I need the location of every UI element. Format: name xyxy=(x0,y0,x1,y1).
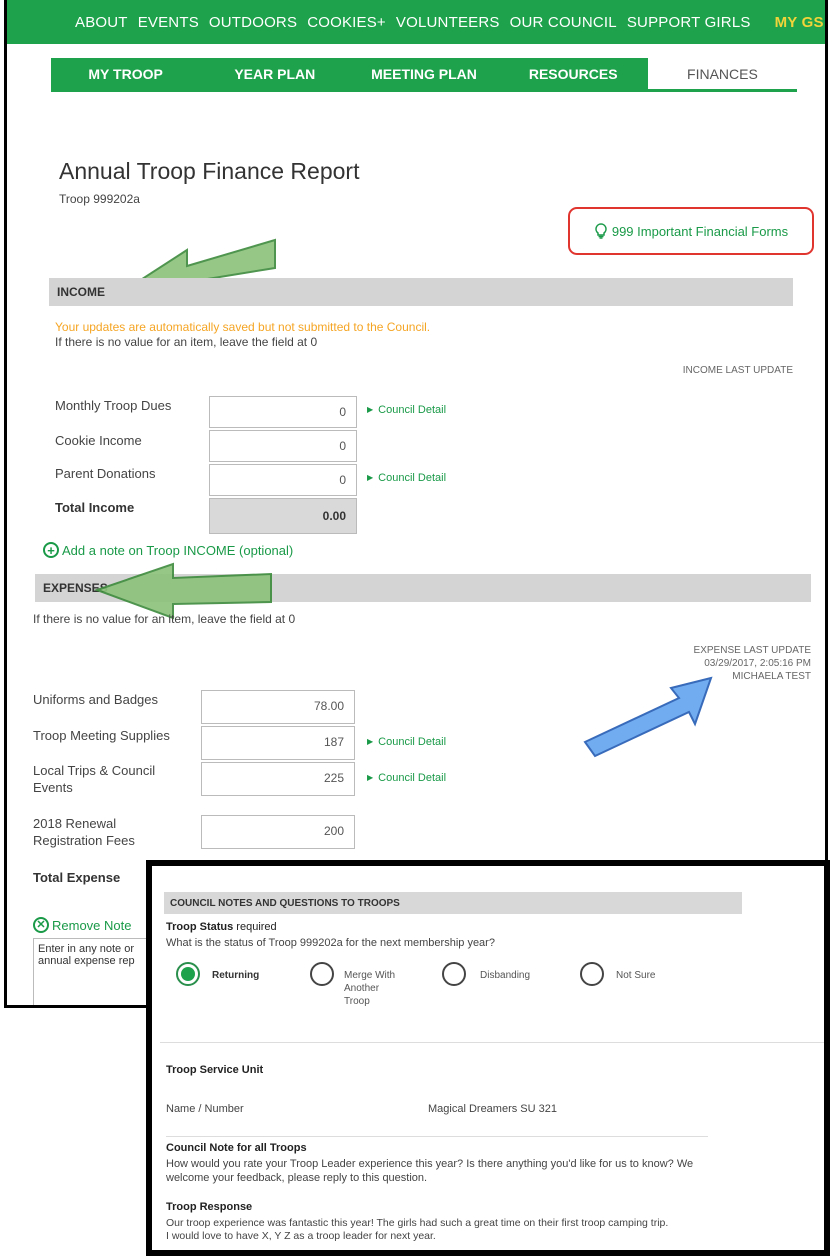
local-trips-council-detail[interactable]: Council Detail xyxy=(367,772,446,784)
income-label-monthly-dues: Monthly Troop Dues xyxy=(55,398,172,413)
radio-disbanding[interactable] xyxy=(442,962,466,986)
radio-not-sure[interactable] xyxy=(580,962,604,986)
troop-response-title: Troop Response xyxy=(166,1201,253,1213)
option-returning-label: Returning xyxy=(212,970,260,981)
lightbulb-icon xyxy=(595,223,607,239)
financial-forms-label: 999 Important Financial Forms xyxy=(611,223,789,239)
uniforms-input[interactable]: 78.00 xyxy=(201,690,355,724)
council-note-line1: How would you rate your Troop Leader exp… xyxy=(166,1158,694,1170)
parent-donations-council-detail[interactable]: Council Detail xyxy=(367,472,446,484)
nav-item-about[interactable]: ABOUT xyxy=(75,14,128,31)
nav-item-volunteers[interactable]: VOLUNTEERS xyxy=(396,14,500,31)
nav-item-support-girls[interactable]: SUPPORT GIRLS xyxy=(627,14,751,31)
troop-status-title: Troop Status required xyxy=(166,921,277,933)
name-number-label: Name / Number xyxy=(166,1103,244,1115)
monthly-dues-council-detail[interactable]: Council Detail xyxy=(367,404,446,416)
renewal-label-line2: Registration Fees xyxy=(33,833,135,848)
add-income-note-label: Add a note on Troop INCOME (optional) xyxy=(62,542,294,558)
financial-forms-link[interactable]: 999 Important Financial Forms xyxy=(568,207,814,255)
income-section-header: INCOME xyxy=(49,278,793,306)
option-merge-line2: Another xyxy=(344,983,380,994)
troop-response-line2: I would love to have X, Y Z as a troop l… xyxy=(166,1230,436,1242)
nav-item-events[interactable]: EVENTS xyxy=(138,14,199,31)
renewal-fees-input[interactable]: 200 xyxy=(201,815,355,849)
remove-note-label: Remove Note xyxy=(52,917,132,933)
plus-circle-icon: + xyxy=(43,542,59,558)
option-merge-line3: Troop xyxy=(344,996,370,1007)
council-note-title: Council Note for all Troops xyxy=(166,1142,307,1154)
troop-status-question: What is the status of Troop 999202a for … xyxy=(166,937,495,949)
troop-status-title-text: Troop Status xyxy=(166,921,234,933)
troop-id: Troop 999202a xyxy=(59,192,140,206)
nav-item-outdoors[interactable]: OUTDOORS xyxy=(209,14,297,31)
tab-my-troop[interactable]: MY TROOP xyxy=(51,58,201,89)
divider xyxy=(160,1042,824,1043)
local-trips-label-line1: Local Trips & Council xyxy=(33,763,156,778)
section-tabs: MY TROOP YEAR PLAN MEETING PLAN RESOURCE… xyxy=(51,58,798,92)
top-nav: ABOUT EVENTS OUTDOORS COOKIES+ VOLUNTEER… xyxy=(7,0,825,44)
nav-item-cookies[interactable]: COOKIES+ xyxy=(307,14,386,31)
remove-note-link[interactable]: ✕ Remove Note xyxy=(33,917,131,933)
local-trips-input[interactable]: 225 xyxy=(201,762,355,796)
radio-merge[interactable] xyxy=(310,962,334,986)
income-total-label: Total Income xyxy=(55,500,135,515)
troop-status-required: required xyxy=(236,921,277,933)
renewal-label-line1: 2018 Renewal xyxy=(33,816,117,831)
autosave-notice: Your updates are automatically saved but… xyxy=(55,320,431,334)
divider xyxy=(166,1136,708,1137)
option-merge-label: Merge With Another Troop xyxy=(344,969,395,1008)
council-notes-window: COUNCIL NOTES AND QUESTIONS TO TROOPS Tr… xyxy=(146,860,830,1256)
expense-total-label: Total Expense xyxy=(33,870,121,885)
meeting-supplies-input[interactable]: 187 xyxy=(201,726,355,760)
council-notes-header: COUNCIL NOTES AND QUESTIONS TO TROOPS xyxy=(164,892,742,914)
expense-last-update-time: 03/29/2017, 2:05:16 PM xyxy=(704,658,811,669)
option-disbanding-label: Disbanding xyxy=(480,970,531,981)
cookie-income-input[interactable]: 0 xyxy=(209,430,357,462)
nav-item-our-council[interactable]: OUR COUNCIL xyxy=(510,14,617,31)
tab-finances[interactable]: FINANCES xyxy=(647,58,798,89)
finance-report-window: ABOUT EVENTS OUTDOORS COOKIES+ VOLUNTEER… xyxy=(4,0,828,1008)
income-hint: If there is no value for an item, leave … xyxy=(55,335,318,349)
name-number-value: Magical Dreamers SU 321 xyxy=(428,1103,557,1115)
parent-donations-input[interactable]: 0 xyxy=(209,464,357,496)
expense-label-local-trips: Local Trips & Council Events xyxy=(33,762,155,796)
monthly-dues-input[interactable]: 0 xyxy=(209,396,357,428)
blue-arrow-annotation xyxy=(583,676,713,758)
income-label-parent-donations: Parent Donations xyxy=(55,466,156,481)
expense-last-update-label: EXPENSE LAST UPDATE xyxy=(693,645,811,656)
council-note-text: How would you rate your Troop Leader exp… xyxy=(166,1157,693,1185)
add-income-note-link[interactable]: + Add a note on Troop INCOME (optional) xyxy=(43,542,293,558)
local-trips-label-line2: Events xyxy=(33,780,73,795)
page-title: Annual Troop Finance Report xyxy=(59,158,360,184)
service-unit-title: Troop Service Unit xyxy=(166,1064,264,1076)
option-not-sure-label: Not Sure xyxy=(616,970,656,981)
tab-resources[interactable]: RESOURCES xyxy=(498,58,648,89)
income-total-value: 0.00 xyxy=(209,498,357,534)
tab-meeting-plan[interactable]: MEETING PLAN xyxy=(349,58,499,89)
income-label-cookie: Cookie Income xyxy=(55,433,142,448)
expense-label-renewal-fees: 2018 Renewal Registration Fees xyxy=(33,815,135,849)
expense-hint: If there is no value for an item, leave … xyxy=(33,612,296,626)
expense-label-meeting-supplies: Troop Meeting Supplies xyxy=(33,728,170,743)
tab-year-plan[interactable]: YEAR PLAN xyxy=(200,58,350,89)
troop-response-line1: Our troop experience was fantastic this … xyxy=(166,1217,669,1229)
expense-label-uniforms: Uniforms and Badges xyxy=(33,692,159,707)
option-merge-line1: Merge With xyxy=(344,970,396,981)
income-last-update-label: INCOME LAST UPDATE xyxy=(682,365,793,376)
radio-returning[interactable] xyxy=(176,962,200,986)
council-note-line2: welcome your feedback, please reply to t… xyxy=(166,1172,428,1184)
troop-response-text: Our troop experience was fantastic this … xyxy=(166,1217,668,1243)
close-circle-icon: ✕ xyxy=(33,917,49,933)
nav-item-my-gs[interactable]: MY GS xyxy=(775,14,824,31)
meeting-supplies-council-detail[interactable]: Council Detail xyxy=(367,736,446,748)
